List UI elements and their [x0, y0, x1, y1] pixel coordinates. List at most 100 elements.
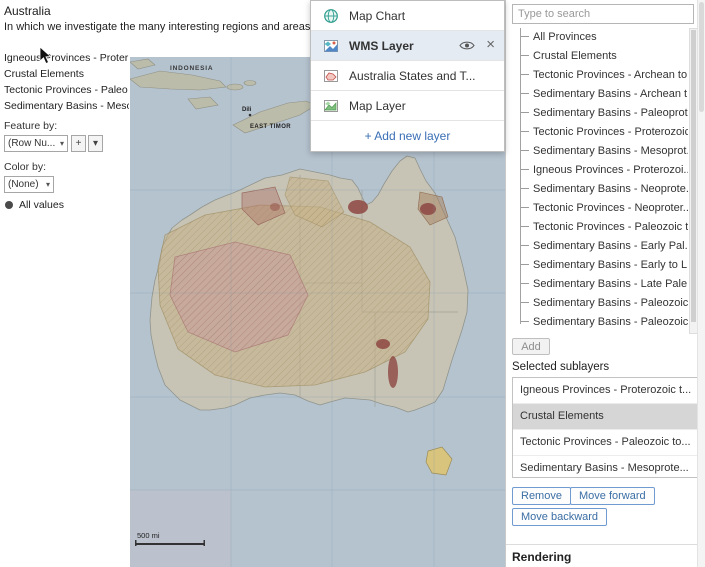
tree-item[interactable]: Sedimentary Basins - Neoprote... — [512, 180, 688, 199]
indonesia-label: INDONESIA — [170, 65, 213, 72]
tree-item[interactable]: Tectonic Provinces - Archean to... — [512, 66, 688, 85]
tree-item[interactable]: Sedimentary Basins - Late Pale... — [512, 275, 688, 294]
chevron-down-icon: ▾ — [46, 180, 50, 189]
legend-item[interactable]: Igneous Provinces - Proter — [0, 51, 129, 67]
tree-tick-icon — [520, 93, 529, 94]
tree-tick-icon — [520, 283, 529, 284]
tree-tick-icon — [520, 74, 529, 75]
tree-tick-icon — [520, 55, 529, 56]
tree-tick-icon — [520, 36, 529, 37]
all-values-legend[interactable]: All values — [5, 199, 64, 211]
tree-item[interactable]: All Provinces — [512, 28, 688, 47]
selected-sublayer-row[interactable]: Tectonic Provinces - Paleozoic to... — [513, 430, 697, 456]
search-input[interactable] — [512, 4, 694, 24]
tree-item-label: Crustal Elements — [533, 50, 617, 62]
selected-sublayer-row[interactable]: Sedimentary Basins - Mesoprote... — [513, 456, 697, 481]
move-backward-button[interactable]: Move backward — [512, 508, 607, 526]
tree-item[interactable]: Tectonic Provinces - Paleozoic t... — [512, 218, 688, 237]
legend-panel: Igneous Provinces - Proter Crustal Eleme… — [0, 51, 129, 115]
tree-item-label: Sedimentary Basins - Early to L... — [533, 259, 688, 271]
tree-item[interactable]: Sedimentary Basins - Paleozoic... — [512, 294, 688, 313]
tree-item-label: Igneous Provinces - Proterozoi... — [533, 164, 688, 176]
tree-scrollbar-thumb[interactable] — [691, 30, 696, 322]
tree-item[interactable]: Sedimentary Basins - Paleoprot... — [512, 104, 688, 123]
tree-tick-icon — [520, 245, 529, 246]
dili-label: Dili — [242, 107, 252, 113]
tree-item[interactable]: Crustal Elements — [512, 47, 688, 66]
close-icon[interactable]: × — [479, 36, 504, 55]
legend-item[interactable]: Tectonic Provinces - Paleo — [0, 83, 129, 99]
tree-item-label: Sedimentary Basins - Mesoprot... — [533, 145, 688, 157]
tree-tick-icon — [520, 131, 529, 132]
section-divider — [506, 544, 705, 545]
sublayers-panel: All Provinces Crustal Elements Tectonic … — [505, 0, 705, 567]
color-by-label: Color by: — [4, 161, 46, 173]
tree-tick-icon — [520, 321, 529, 322]
tree-item-label: Sedimentary Basins - Paleozoic... — [533, 297, 688, 309]
map-layer-icon — [322, 97, 339, 114]
selected-sublayer-row[interactable]: Crustal Elements — [513, 404, 697, 430]
visibility-eye-icon[interactable] — [455, 38, 479, 53]
add-sublayer-button[interactable]: Add — [512, 338, 550, 355]
tree-item-label: Sedimentary Basins - Paleozoic... — [533, 316, 688, 328]
color-by-dropdown[interactable]: (None) ▾ — [4, 176, 54, 193]
tree-item[interactable]: Igneous Provinces - Proterozoi... — [512, 161, 688, 180]
tree-connector-line — [520, 28, 521, 324]
layer-row-map-layer[interactable]: Map Layer — [311, 91, 504, 121]
chevron-down-icon: ▾ — [60, 139, 64, 148]
add-axis-button[interactable]: + — [71, 135, 86, 152]
layer-row-map-chart[interactable]: Map Chart — [311, 1, 504, 31]
sublayer-tree: All Provinces Crustal Elements Tectonic … — [512, 28, 688, 334]
legend-item[interactable]: Crustal Elements — [0, 67, 129, 83]
tree-tick-icon — [520, 188, 529, 189]
tree-item-label: Sedimentary Basins - Paleoprot... — [533, 107, 688, 119]
tree-tick-icon — [520, 150, 529, 151]
scale-label: 500 mi — [137, 531, 160, 540]
selected-sublayer-row[interactable]: Igneous Provinces - Proterozoic t... — [513, 378, 697, 404]
tree-item-label: Sedimentary Basins - Neoprote... — [533, 183, 688, 195]
selected-sublayers-label: Selected sublayers — [512, 361, 609, 373]
wms-layer-icon — [322, 37, 339, 54]
feature-by-label: Feature by: — [4, 120, 57, 132]
tree-item[interactable]: Sedimentary Basins - Archean t... — [512, 85, 688, 104]
tree-tick-icon — [520, 302, 529, 303]
layer-label: Map Chart — [349, 9, 405, 23]
feature-by-dropdown[interactable]: (Row Nu... ▾ — [4, 135, 68, 152]
tree-item[interactable]: Tectonic Provinces - Proterozoic — [512, 123, 688, 142]
tree-item[interactable]: Sedimentary Basins - Mesoprot... — [512, 142, 688, 161]
tree-item-label: Sedimentary Basins - Late Pale... — [533, 278, 688, 290]
tree-item[interactable]: Sedimentary Basins - Early to L... — [512, 256, 688, 275]
tree-tick-icon — [520, 207, 529, 208]
tree-item-label: Tectonic Provinces - Paleozoic t... — [533, 221, 688, 233]
add-new-layer-link[interactable]: + Add new layer — [311, 121, 504, 151]
tree-item-label: Sedimentary Basins - Early Pal... — [533, 240, 688, 252]
tree-item[interactable]: Sedimentary Basins - Early Pal... — [512, 237, 688, 256]
rendering-section-header: Rendering — [512, 550, 571, 564]
layer-label: Australia States and T... — [349, 69, 476, 83]
tree-item[interactable]: Tectonic Provinces - Neoproter... — [512, 199, 688, 218]
axis-menu-button[interactable]: ▾ — [88, 135, 103, 152]
layer-label: Map Layer — [349, 99, 406, 113]
globe-icon — [322, 7, 339, 24]
app-window: Australia In which we investigate the ma… — [0, 0, 705, 567]
panel-scrollbar-thumb[interactable] — [699, 2, 704, 112]
tree-item-label: Tectonic Provinces - Proterozoic — [533, 126, 688, 138]
color-swatch-icon — [5, 201, 13, 209]
remove-button[interactable]: Remove — [512, 487, 571, 505]
feature-layer-icon — [322, 67, 339, 84]
page-title: Australia — [4, 4, 51, 18]
layer-row-australia-states[interactable]: Australia States and T... — [311, 61, 504, 91]
tree-tick-icon — [520, 226, 529, 227]
panel-scrollbar[interactable] — [697, 0, 705, 567]
layer-row-wms-layer[interactable]: WMS Layer × — [311, 31, 504, 61]
layers-popup: Map Chart WMS Layer × Australia States a… — [310, 0, 505, 152]
tree-tick-icon — [520, 112, 529, 113]
move-forward-button[interactable]: Move forward — [570, 487, 655, 505]
tree-tick-icon — [520, 169, 529, 170]
east-timor-label: EAST TIMOR — [250, 124, 291, 130]
tree-item-label: Tectonic Provinces - Archean to... — [533, 69, 688, 81]
tree-tick-icon — [520, 264, 529, 265]
layer-label: WMS Layer — [349, 39, 414, 53]
legend-item[interactable]: Sedimentary Basins - Meso — [0, 99, 129, 115]
tree-item[interactable]: Sedimentary Basins - Paleozoic... — [512, 313, 688, 332]
